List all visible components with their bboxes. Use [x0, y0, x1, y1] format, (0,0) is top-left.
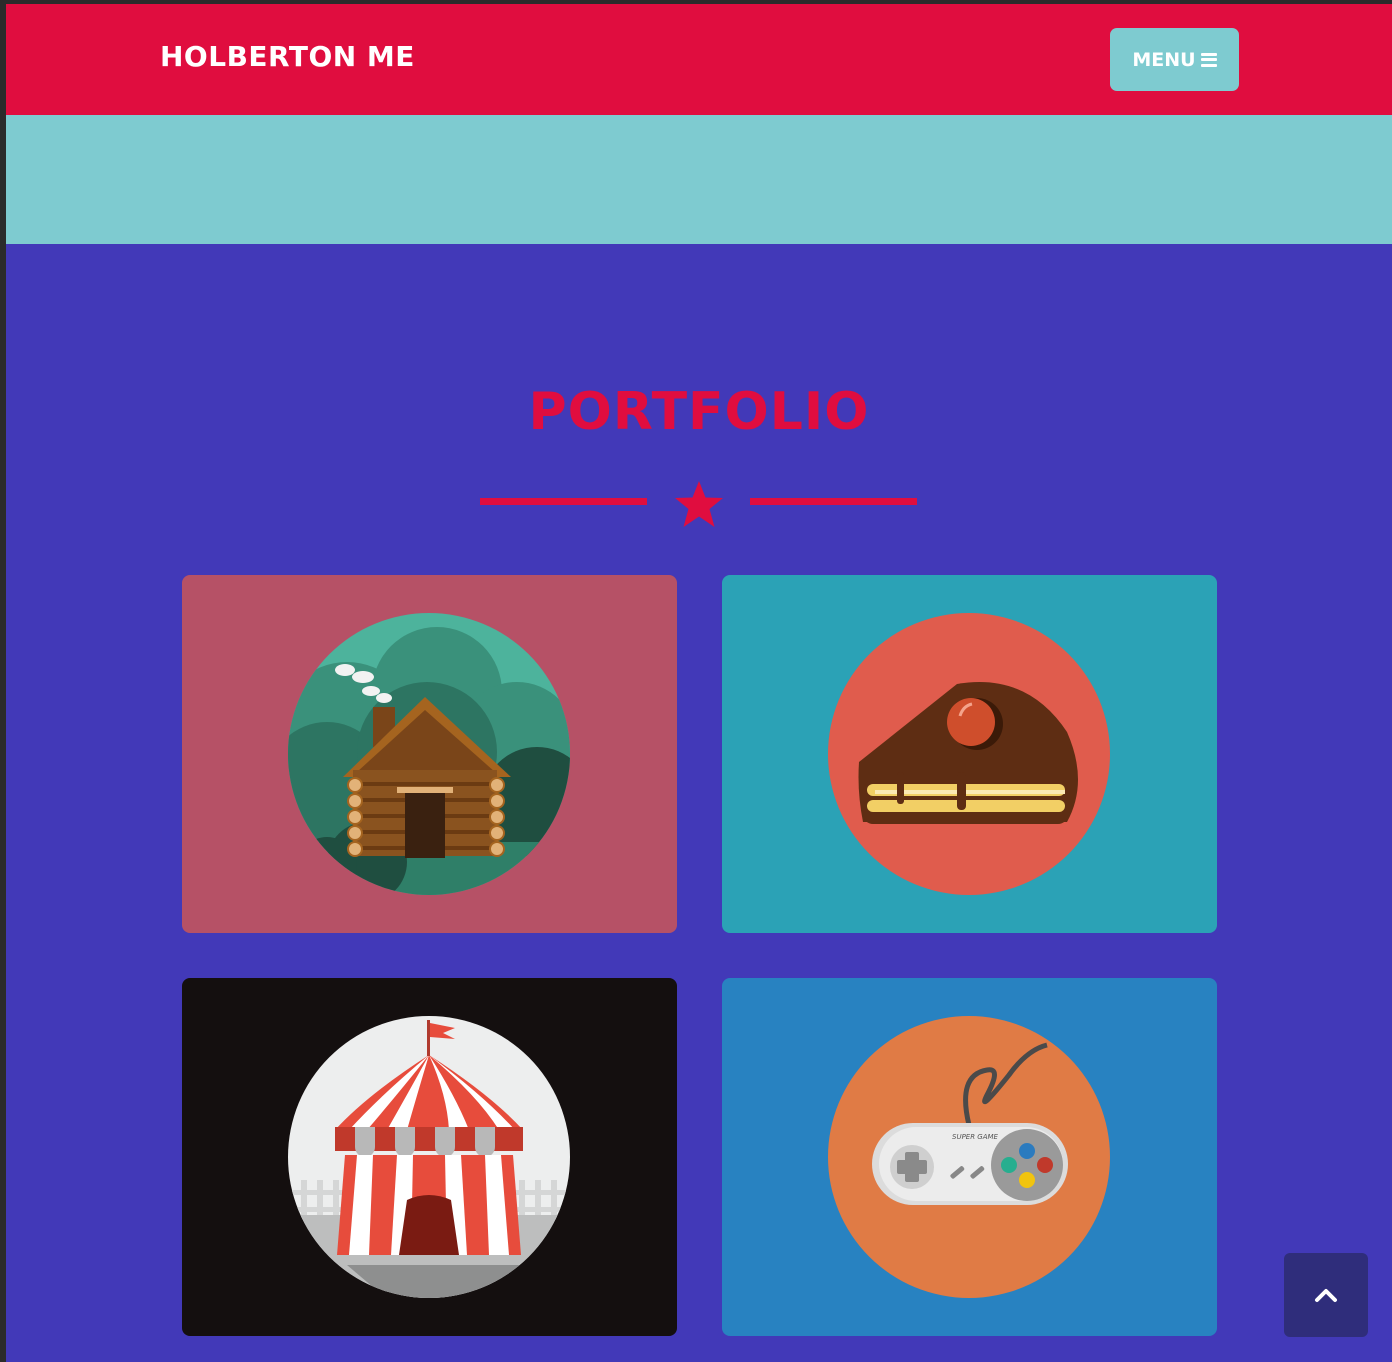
- bars-icon: [1200, 52, 1217, 67]
- navbar: HOLBERTON ME MENU: [6, 4, 1392, 115]
- section-title: PORTFOLIO: [528, 382, 870, 442]
- portfolio-item-game[interactable]: SUPER GAME: [722, 978, 1217, 1336]
- menu-label: MENU: [1132, 48, 1196, 71]
- menu-button[interactable]: MENU: [1110, 28, 1239, 91]
- circus-illustration: [288, 1016, 570, 1298]
- chevron-up-icon: [1315, 1289, 1337, 1302]
- page: HOLBERTON ME MENU PORTFOLIO SUPER GAME: [6, 4, 1392, 1362]
- cabin-illustration: [288, 613, 570, 895]
- game-controller-illustration: SUPER GAME: [828, 1016, 1110, 1298]
- star-icon: [675, 481, 723, 527]
- brand-logo[interactable]: HOLBERTON ME: [160, 40, 415, 73]
- divider-line-left: [480, 498, 647, 505]
- divider-line-right: [750, 498, 917, 505]
- cake-illustration: [828, 613, 1110, 895]
- scroll-top-button[interactable]: [1284, 1253, 1368, 1337]
- portfolio-item-cabin[interactable]: [182, 575, 677, 933]
- portfolio-item-circus[interactable]: [182, 978, 677, 1336]
- hero-banner: [6, 115, 1392, 244]
- portfolio-item-cake[interactable]: [722, 575, 1217, 933]
- svg-text:SUPER GAME: SUPER GAME: [952, 1133, 999, 1141]
